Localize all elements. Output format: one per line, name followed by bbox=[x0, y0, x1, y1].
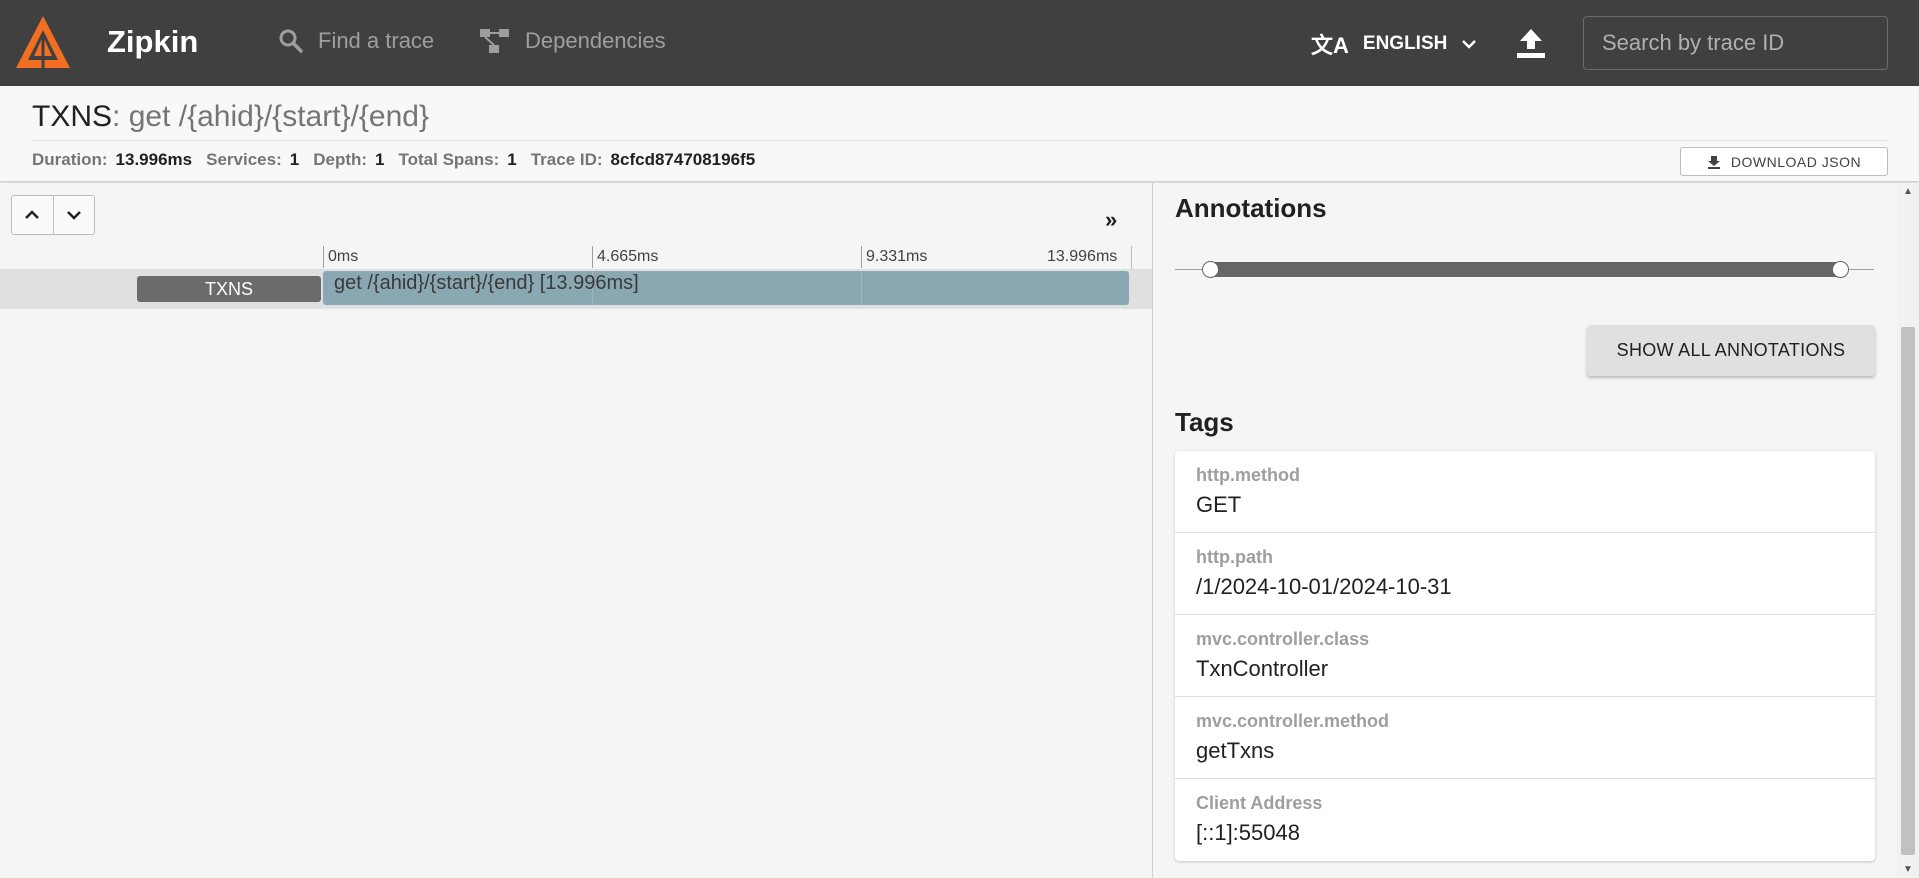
trace-title-separator: : bbox=[112, 100, 121, 133]
total-spans-label: Total Spans: bbox=[398, 150, 500, 169]
brand-name[interactable]: Zipkin bbox=[107, 24, 198, 60]
depth-label: Depth: bbox=[313, 150, 368, 169]
duration-value: 13.996ms bbox=[115, 150, 193, 169]
tag-value: /1/2024-10-01/2024-10-31 bbox=[1196, 574, 1452, 599]
span-detail-panel: Annotations SHOW ALL ANNOTATIONS Tags ht… bbox=[1153, 183, 1897, 878]
scrollbar-thumb[interactable] bbox=[1901, 327, 1915, 855]
dependencies-icon bbox=[480, 29, 509, 53]
translate-icon: 文A bbox=[1311, 33, 1349, 58]
chevron-up-icon bbox=[25, 210, 40, 219]
trace-metadata: Duration: 13.996ms Services: 1 Depth: 1 … bbox=[32, 150, 769, 170]
tag-item: http.path /1/2024-10-01/2024-10-31 bbox=[1175, 533, 1875, 615]
services-value: 1 bbox=[289, 150, 300, 169]
trace-title: TXNS: get /{ahid}/{start}/{end} bbox=[32, 100, 429, 134]
annotations-heading: Annotations bbox=[1175, 193, 1327, 223]
span-service-badge: TXNS bbox=[137, 276, 321, 302]
trace-span-name: get /{ahid}/{start}/{end} bbox=[128, 100, 429, 133]
annotation-slider-start-thumb[interactable] bbox=[1202, 261, 1219, 278]
tag-value: [::1]:55048 bbox=[1196, 820, 1300, 845]
tag-item: mvc.controller.class TxnController bbox=[1175, 615, 1875, 697]
upload-icon[interactable] bbox=[1516, 27, 1546, 59]
tag-key: mvc.controller.method bbox=[1196, 711, 1390, 731]
tag-key: Client Address bbox=[1196, 793, 1323, 813]
tag-value: getTxns bbox=[1196, 738, 1275, 763]
span-row[interactable]: TXNS get /{ahid}/{start}/{end} [13.996ms… bbox=[0, 269, 1152, 309]
total-spans-value: 1 bbox=[507, 150, 517, 169]
depth-value: 1 bbox=[375, 150, 385, 169]
span-navigation bbox=[11, 195, 95, 235]
scroll-down-arrow-icon[interactable]: ▼ bbox=[1903, 864, 1913, 875]
top-app-bar: Zipkin Find a trace Dependencies 文A ENGL… bbox=[0, 0, 1919, 86]
header-divider bbox=[32, 140, 1888, 141]
trace-summary-header: TXNS: get /{ahid}/{start}/{end} Duration… bbox=[0, 86, 1919, 182]
tag-key: http.path bbox=[1196, 547, 1273, 567]
zipkin-logo-icon[interactable] bbox=[14, 14, 72, 72]
trace-id-value: 8cfcd874708196f5 bbox=[610, 150, 756, 169]
scroll-up-arrow-icon[interactable]: ▲ bbox=[1903, 186, 1913, 197]
tags-heading: Tags bbox=[1175, 407, 1234, 437]
trace-id-label: Trace ID: bbox=[530, 150, 603, 169]
previous-span-button[interactable] bbox=[12, 196, 53, 234]
annotation-slider-end-thumb[interactable] bbox=[1832, 261, 1849, 278]
tag-key: mvc.controller.class bbox=[1196, 629, 1370, 649]
trace-service-name: TXNS bbox=[32, 100, 113, 133]
timeline-tick: 4.665ms bbox=[592, 246, 658, 268]
trace-id-search[interactable] bbox=[1583, 16, 1888, 70]
timeline-tick: 13.996ms bbox=[1047, 248, 1118, 265]
duration-label: Duration: bbox=[32, 150, 108, 169]
download-json-button[interactable]: DOWNLOAD JSON bbox=[1680, 147, 1888, 176]
services-label: Services: bbox=[206, 150, 282, 169]
show-all-annotations-button[interactable]: SHOW ALL ANNOTATIONS bbox=[1587, 325, 1875, 376]
search-icon bbox=[279, 29, 303, 53]
language-label: ENGLISH bbox=[1362, 33, 1448, 54]
nav-find-trace[interactable]: Find a trace bbox=[278, 28, 434, 54]
nav-dependencies-label: Dependencies bbox=[525, 28, 666, 53]
tag-item: mvc.controller.method getTxns bbox=[1175, 697, 1875, 779]
tag-item: http.method GET bbox=[1175, 451, 1875, 533]
next-span-button[interactable] bbox=[52, 196, 94, 234]
nav-dependencies[interactable]: Dependencies bbox=[479, 28, 666, 54]
annotation-slider-range bbox=[1210, 262, 1842, 277]
tag-value: GET bbox=[1196, 492, 1242, 517]
trace-id-search-input[interactable] bbox=[1584, 17, 1887, 69]
download-json-label: DOWNLOAD JSON bbox=[1730, 153, 1862, 170]
expand-panel-icon[interactable]: » bbox=[1105, 207, 1117, 233]
tag-value: TxnController bbox=[1196, 656, 1329, 681]
timeline-ticks: 0ms 4.665ms 9.331ms 13.996ms bbox=[0, 246, 1152, 268]
timeline-tick: 0ms bbox=[323, 246, 358, 268]
bar-grid-line bbox=[861, 271, 862, 305]
download-icon bbox=[1707, 155, 1720, 169]
detail-scrollbar[interactable]: ▲ ▼ bbox=[1897, 183, 1919, 878]
tags-list: http.method GET http.path /1/2024-10-01/… bbox=[1175, 451, 1875, 861]
timeline-panel: » 0ms 4.665ms 9.331ms 13.996ms TXNS get … bbox=[0, 183, 1152, 878]
chevron-down-icon bbox=[1462, 40, 1477, 49]
span-label: get /{ahid}/{start}/{end} [13.996ms] bbox=[334, 272, 639, 294]
tag-key: http.method bbox=[1196, 465, 1300, 485]
tag-item: Client Address [::1]:55048 bbox=[1175, 779, 1875, 861]
chevron-down-icon bbox=[67, 211, 81, 220]
language-selector[interactable]: 文A ENGLISH bbox=[1311, 28, 1477, 60]
timeline-tick: 9.331ms bbox=[861, 246, 927, 268]
nav-find-trace-label: Find a trace bbox=[318, 28, 435, 53]
